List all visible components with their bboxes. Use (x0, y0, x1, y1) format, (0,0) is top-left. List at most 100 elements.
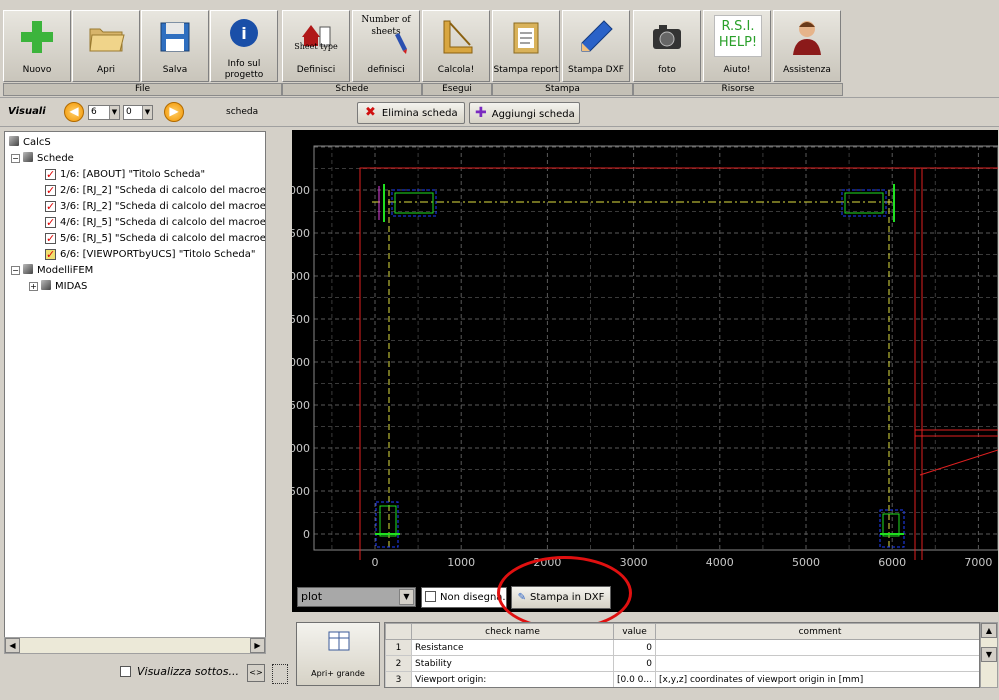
sheet-spinner[interactable]: 6 ▼ (88, 105, 120, 120)
y-tick-label: 1500 (292, 399, 310, 412)
scroll-up-icon[interactable]: ▲ (981, 623, 997, 638)
plot-select[interactable]: plot ▼ (297, 587, 416, 607)
grid (313, 145, 999, 551)
cad-viewport: 0 1000 2000 3000 4000 5000 6000 7000 0 500 1000 15… (282, 145, 999, 569)
col-check-name[interactable]: check name (411, 623, 614, 640)
cell-comment[interactable]: [x,y,z] coordinates of viewport origin i… (655, 671, 979, 687)
cell-check-name[interactable]: Stability (411, 655, 614, 672)
cell-comment[interactable] (655, 639, 979, 656)
expand-icon[interactable]: + (29, 282, 38, 291)
scroll-left-icon[interactable]: ◀ (5, 638, 20, 653)
collapse-icon[interactable]: − (11, 154, 20, 163)
x-tick-label: 5000 (792, 556, 820, 569)
tree-root[interactable]: CalcS (9, 136, 51, 150)
tree-item[interactable]: ✓ 6/6: [VIEWPORTbyUCS] "Titolo Scheda" (45, 248, 255, 262)
chevron-down-icon[interactable]: ▼ (399, 589, 414, 605)
beam-axis (372, 190, 892, 550)
salva-button[interactable]: Salva (141, 10, 209, 82)
tree-item[interactable]: ✓ 1/6: [ABOUT] "Titolo Scheda" (45, 168, 205, 182)
tree-schede-label: Schede (37, 153, 74, 164)
apri-button[interactable]: Apri (72, 10, 140, 82)
stampa-report-button[interactable]: Stampa report (492, 10, 560, 82)
cell-check-name[interactable]: Viewport origin: (411, 671, 614, 687)
ribbon-label: foto (658, 65, 676, 75)
sheet-spinner-value: 6 (91, 107, 97, 117)
tree-item[interactable]: ✓ 2/6: [RJ_2] "Scheda di calcolo del macr… (45, 184, 266, 198)
scroll-down-icon[interactable]: ▼ (981, 647, 997, 662)
stampa-in-dxf-label: Stampa in DXF (530, 592, 605, 603)
stampa-in-dxf-button[interactable]: ✎ Stampa in DXF (511, 586, 611, 609)
checks-table[interactable]: check name value comment 1 Resistance 0 … (384, 622, 980, 688)
cell-comment[interactable] (655, 655, 979, 672)
row-number: 2 (385, 655, 412, 672)
tree-midas[interactable]: + MIDAS (29, 280, 87, 294)
cell-value[interactable]: 0 (613, 655, 656, 672)
tree-item[interactable]: ✓ 3/6: [RJ_2] "Scheda di calcolo del macr… (45, 200, 266, 214)
prev-sheet-button[interactable]: ◀ (64, 102, 84, 122)
grip-icon[interactable] (272, 664, 288, 684)
stampa-dxf-button[interactable]: Stampa DXF (562, 10, 630, 82)
tree-item-label: 2/6: [RJ_2] "Scheda di calcolo del macro… (60, 185, 266, 196)
sheet-type-text: Sheet type (294, 42, 338, 51)
info-progetto-button[interactable]: i Info sul progetto (210, 10, 278, 82)
tree-modellifem[interactable]: − ModelliFEM (11, 264, 93, 278)
group-schede: Schede (282, 83, 422, 96)
table-row[interactable]: 3 Viewport origin: [0.0 0... [x,y,z] coo… (385, 671, 979, 687)
sheet-toolbar: Visuali ◀ 6 ▼ 0 ▼ ▶ scheda ✖ Elimina scheda… (0, 99, 999, 127)
svg-text:i: i (241, 24, 246, 43)
definisci-sheets-button[interactable]: Number of sheets definisci (352, 10, 420, 82)
ribbon-label: Info sul progetto (224, 59, 264, 80)
ribbon-label: Calcola! (437, 65, 475, 75)
y-tick-label: 3500 (292, 227, 310, 240)
elimina-scheda-button[interactable]: ✖ Elimina scheda (357, 102, 465, 124)
y-tick-label: 2000 (292, 356, 310, 369)
table-row[interactable]: 2 Stability 0 (385, 655, 979, 672)
chevron-down-icon[interactable]: ▼ (109, 106, 119, 119)
ribbon-label: Stampa report (493, 65, 559, 75)
ribbon-label: Stampa DXF (568, 65, 624, 75)
row-header-corner (385, 623, 412, 640)
collapse-icon[interactable]: − (11, 266, 20, 275)
rsi-help-icon: R.S.I. HELP! (714, 15, 762, 57)
tree-schede[interactable]: − Schede (11, 152, 74, 166)
cell-check-name[interactable]: Resistance (411, 639, 614, 656)
checkbox-box[interactable] (120, 666, 131, 677)
table-grid-icon (328, 631, 350, 651)
scroll-right-icon[interactable]: ▶ (250, 638, 265, 653)
table-row[interactable]: 1 Resistance 0 (385, 639, 979, 656)
tree-item-label: 3/6: [RJ_2] "Scheda di calcolo del macro… (60, 201, 266, 212)
tree-item[interactable]: ✓ 5/6: [RJ_5] "Scheda di calcolo del macr… (45, 232, 265, 246)
group-stampa: Stampa (492, 83, 633, 96)
x-tick-label: 6000 (878, 556, 906, 569)
calcola-button[interactable]: Calcola! (422, 10, 490, 82)
checkbox-box[interactable] (425, 591, 436, 602)
plus-icon (21, 21, 53, 53)
non-disegnare-checkbox[interactable]: Non disegna... (421, 587, 507, 608)
support-person-icon (793, 21, 821, 55)
foto-button[interactable]: foto (633, 10, 701, 82)
y-axis-labels: 0 500 1000 1500 2000 2500 3000 3500 4000 (282, 184, 310, 541)
cell-value[interactable]: [0.0 0... (613, 671, 656, 687)
cell-value[interactable]: 0 (613, 639, 656, 656)
subsheet-spinner[interactable]: 0 ▼ (123, 105, 153, 120)
tree-horizontal-scrollbar[interactable]: ◀ ▶ (4, 637, 266, 654)
visualizza-label: Visualizza sottos... (137, 665, 239, 678)
arrow-left-icon: ◀ (69, 104, 79, 118)
col-value[interactable]: value (613, 623, 656, 640)
assistenza-button[interactable]: Assistenza (773, 10, 841, 82)
table-vertical-scrollbar[interactable]: ▲ ▼ (980, 622, 998, 688)
arrow-right-icon: ▶ (169, 104, 179, 118)
col-comment[interactable]: comment (655, 623, 979, 640)
nuovo-button[interactable]: Nuovo (3, 10, 71, 82)
aiuto-button[interactable]: R.S.I. HELP! Aiuto! (703, 10, 771, 82)
chevron-down-icon[interactable]: ▼ (142, 106, 152, 119)
add-plus-icon: ✚ (475, 105, 487, 121)
non-disegnare-label: Non disegna... (440, 592, 507, 603)
drawing-canvas[interactable]: 0 1000 2000 3000 4000 5000 6000 7000 0 500 1000 15… (282, 130, 999, 612)
next-sheet-button[interactable]: ▶ (164, 102, 184, 122)
tree-item[interactable]: ✓ 4/6: [RJ_5] "Scheda di calcolo del macr… (45, 216, 265, 230)
apri-grande-button[interactable]: Apri+ grande (296, 622, 380, 686)
toggle-panel-button[interactable]: <> (247, 664, 265, 682)
definisci-sheet-type-button[interactable]: Sheet type Definisci (282, 10, 350, 82)
aggiungi-scheda-button[interactable]: ✚ Aggiungi scheda (469, 102, 580, 124)
